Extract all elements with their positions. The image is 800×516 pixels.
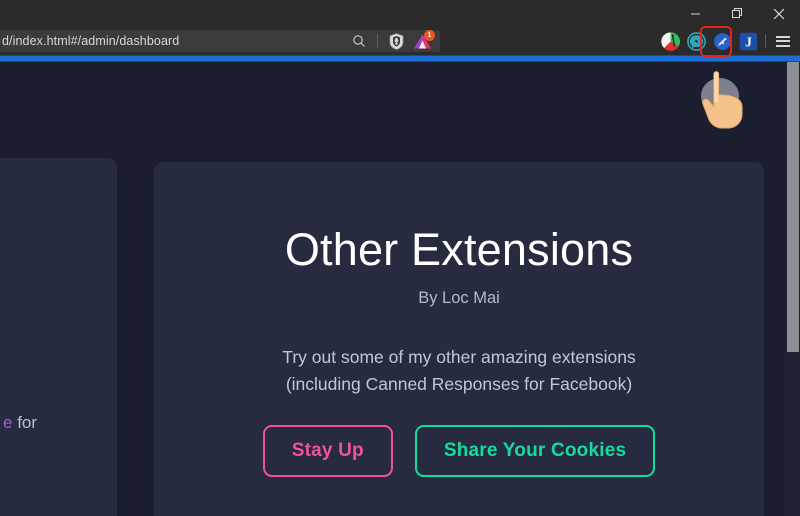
card-author: By Loc Mai bbox=[418, 289, 500, 308]
card-description-line-1: Try out some of my other amazing extensi… bbox=[282, 347, 636, 368]
minimize-icon bbox=[690, 13, 700, 15]
canned-responses-extension-icon[interactable] bbox=[709, 28, 735, 54]
messenger-extension-icon[interactable] bbox=[683, 28, 709, 54]
brave-shield-icon[interactable] bbox=[385, 30, 407, 52]
colorzilla-extension-icon[interactable] bbox=[657, 28, 683, 54]
address-bar[interactable]: d/index.html#/admin/dashboard 1 bbox=[0, 30, 440, 52]
page-scrollbar[interactable] bbox=[785, 62, 800, 516]
share-your-cookies-button[interactable]: Share Your Cookies bbox=[414, 425, 656, 478]
window-close-button[interactable] bbox=[758, 0, 800, 27]
card-description-line-2: (including Canned Responses for Facebook… bbox=[285, 373, 633, 394]
url-text[interactable]: d/index.html#/admin/dashboard bbox=[0, 34, 348, 48]
extension-badge-count: 1 bbox=[424, 30, 435, 41]
close-icon bbox=[773, 8, 785, 19]
web-page-content: e for Other Extensions By Loc Mai Try ou… bbox=[0, 62, 800, 516]
extension-toolbar: J bbox=[657, 27, 800, 55]
hamburger-menu-icon[interactable] bbox=[770, 28, 796, 54]
svg-text:J: J bbox=[745, 34, 752, 49]
page-scrollbar-thumb[interactable] bbox=[787, 62, 799, 352]
card-action-buttons: Stay Up Share Your Cookies bbox=[184, 425, 734, 478]
j-extension-icon[interactable]: J bbox=[735, 28, 761, 54]
left-card-text-rest: for bbox=[12, 413, 38, 432]
left-partial-card: e for bbox=[0, 158, 117, 516]
restore-icon bbox=[731, 8, 742, 18]
other-extensions-card: Other Extensions By Loc Mai Try out some… bbox=[154, 162, 764, 516]
page-title: Other Extensions bbox=[284, 224, 634, 275]
stay-up-button[interactable]: Stay Up bbox=[262, 425, 393, 478]
extension-divider bbox=[765, 34, 766, 48]
window-minimize-button[interactable] bbox=[674, 0, 716, 27]
left-card-text-fragment: e for bbox=[3, 413, 37, 433]
window-titlebar bbox=[0, 0, 800, 27]
page-loading-strip bbox=[0, 55, 800, 62]
address-bar-actions: 1 bbox=[348, 30, 440, 52]
window-restore-button[interactable] bbox=[716, 0, 758, 27]
toolbar-divider bbox=[377, 34, 378, 48]
search-icon[interactable] bbox=[348, 30, 370, 52]
triangle-extension-icon[interactable]: 1 bbox=[410, 30, 435, 52]
browser-window: d/index.html#/admin/dashboard 1 J e for … bbox=[0, 0, 800, 516]
card-description: Try out some of my other amazing extensi… bbox=[184, 344, 734, 397]
